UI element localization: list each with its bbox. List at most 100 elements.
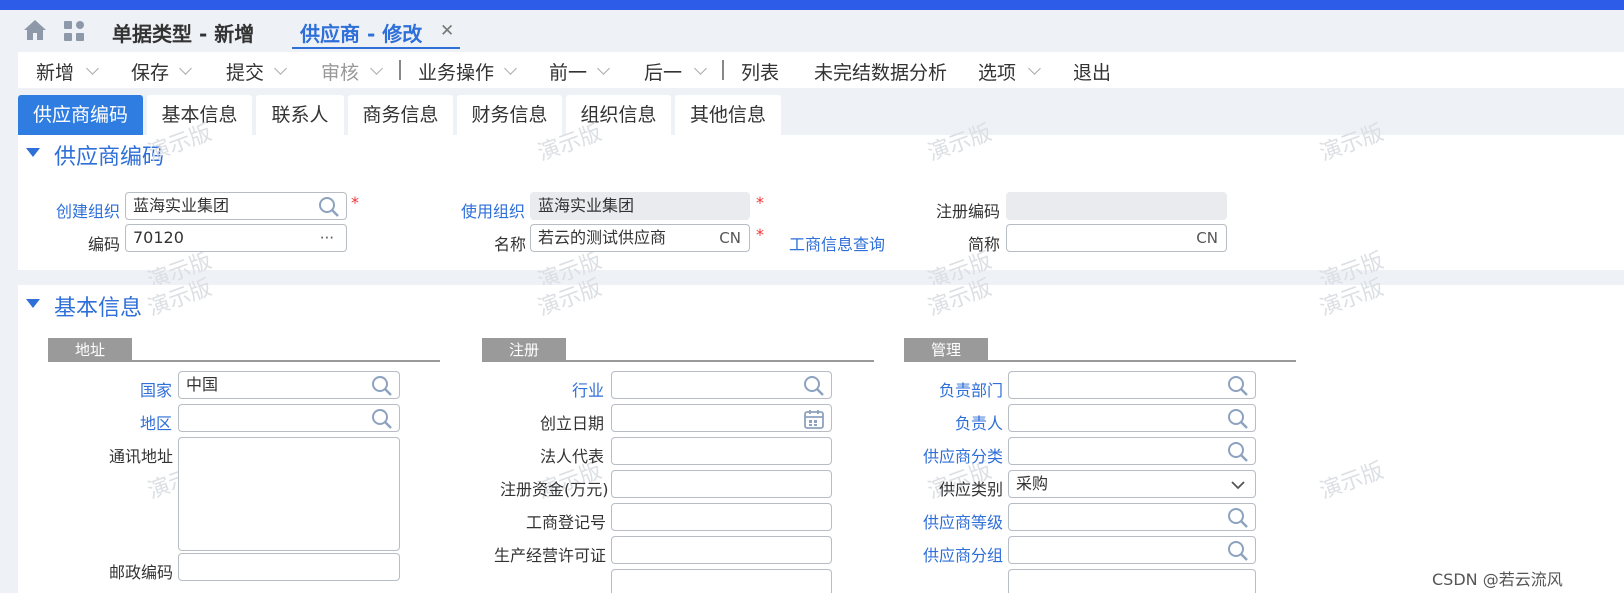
toolbar-next-button[interactable]: 后一 (644, 58, 682, 85)
use-org-field: 蓝海实业集团 (530, 192, 750, 220)
industry-label[interactable]: 行业 (572, 377, 604, 401)
legal-rep-field[interactable] (611, 437, 832, 465)
chevron-down-icon[interactable] (179, 62, 192, 75)
top-accent-bar (0, 0, 1624, 10)
toolbar-submit-button[interactable]: 提交 (226, 58, 264, 85)
toolbar-list-button[interactable]: 列表 (741, 58, 779, 85)
use-org-label[interactable]: 使用组织 (461, 198, 525, 222)
chevron-down-icon[interactable] (86, 62, 99, 75)
toolbar-new-button[interactable]: 新增 (36, 58, 74, 85)
close-icon[interactable]: ✕ (440, 21, 454, 41)
dept-field[interactable] (1008, 371, 1256, 399)
window-tab-doc-type[interactable]: 单据类型 - 新增 (112, 18, 254, 47)
apps-grid-icon[interactable] (62, 19, 86, 43)
legal-rep-label: 法人代表 (540, 447, 605, 466)
toolbar-business-ops-button[interactable]: 业务操作 (418, 58, 494, 85)
use-org-value: 蓝海实业集团 (538, 196, 635, 215)
chevron-down-icon[interactable] (1227, 474, 1249, 496)
tab-other-info[interactable]: 其他信息 (675, 95, 781, 135)
supplier-code-panel: 供应商编码 演示版 演示版 演示版 演示版 演示版 演示版 演示版 演示版 创建… (18, 120, 1624, 294)
search-icon[interactable] (1227, 375, 1249, 397)
prod-license-field[interactable] (611, 536, 832, 564)
chevron-down-icon[interactable] (504, 62, 517, 75)
toolbar-exit-button[interactable]: 退出 (1073, 58, 1111, 85)
extra-field[interactable] (1008, 569, 1256, 593)
extra-field[interactable] (611, 569, 832, 593)
calendar-icon[interactable] (803, 408, 825, 430)
mail-address-textarea[interactable] (178, 437, 400, 551)
toolbar-separator (399, 60, 401, 80)
search-icon[interactable] (371, 375, 393, 397)
industry-field[interactable] (611, 371, 832, 399)
supplier-group-label[interactable]: 供应商分组 (923, 542, 1003, 566)
supplier-type-value: 采购 (1016, 474, 1049, 493)
watermark: 演示版 (1316, 120, 1388, 167)
tab-finance-info[interactable]: 财务信息 (457, 95, 562, 135)
supplier-class-label[interactable]: 供应商分类 (923, 443, 1003, 467)
code-value: 70120 (133, 228, 184, 247)
language-suffix[interactable]: CN (719, 225, 741, 251)
watermark: 演示版 (1316, 458, 1388, 505)
search-icon[interactable] (1227, 408, 1249, 430)
tab-business-info[interactable]: 商务信息 (348, 95, 453, 135)
country-field[interactable]: 中国 (178, 371, 400, 399)
supplier-class-field[interactable] (1008, 437, 1256, 465)
supplier-type-label: 供应类别 (939, 480, 1004, 499)
short-name-field[interactable]: CN (1006, 224, 1227, 252)
csdn-credit: CSDN @若云流风 (1432, 570, 1563, 589)
toolbar-options-button[interactable]: 选项 (978, 58, 1016, 85)
group-header-register: 注册 (482, 338, 566, 362)
postcode-field[interactable] (178, 553, 400, 581)
search-icon[interactable] (1227, 507, 1249, 529)
search-icon[interactable] (1227, 540, 1249, 562)
found-date-field[interactable] (611, 404, 832, 432)
create-org-field[interactable]: 蓝海实业集团 (125, 192, 347, 220)
prod-license-label: 生产经营许可证 (494, 546, 607, 565)
toolbar-analysis-button[interactable]: 未完结数据分析 (814, 58, 947, 85)
reg-code-field (1006, 192, 1227, 220)
search-icon[interactable] (318, 196, 340, 218)
owner-field[interactable] (1008, 404, 1256, 432)
toolbar-prev-button[interactable]: 前一 (549, 58, 587, 85)
search-icon[interactable] (803, 375, 825, 397)
dept-label[interactable]: 负责部门 (939, 377, 1003, 401)
supplier-level-field[interactable] (1008, 503, 1256, 531)
supplier-type-select[interactable]: 采购 (1008, 470, 1256, 498)
region-field[interactable] (178, 404, 400, 432)
create-org-value: 蓝海实业集团 (133, 196, 230, 215)
code-label: 编码 (88, 235, 121, 254)
chevron-down-icon[interactable] (597, 62, 610, 75)
biz-info-query-link[interactable]: 工商信息查询 (789, 231, 885, 255)
chevron-down-icon[interactable] (370, 62, 383, 75)
code-field[interactable]: 70120 ··· (125, 224, 347, 252)
toolbar-audit-button[interactable]: 审核 (321, 58, 359, 85)
name-field[interactable]: 若云的测试供应商 CN (530, 224, 750, 252)
tab-contacts[interactable]: 联系人 (256, 95, 344, 135)
home-icon[interactable] (22, 18, 48, 42)
found-date-label: 创立日期 (540, 414, 605, 433)
biz-reg-no-field[interactable] (611, 503, 832, 531)
toolbar-save-button[interactable]: 保存 (131, 58, 169, 85)
name-value: 若云的测试供应商 (538, 228, 667, 247)
collapse-triangle-icon[interactable] (26, 299, 40, 308)
group-divider (904, 360, 1296, 362)
reg-capital-field[interactable] (611, 470, 832, 498)
more-icon[interactable]: ··· (320, 225, 334, 251)
chevron-down-icon[interactable] (694, 62, 707, 75)
supplier-group-field[interactable] (1008, 536, 1256, 564)
region-label[interactable]: 地区 (140, 410, 172, 434)
chevron-down-icon[interactable] (1028, 62, 1041, 75)
language-suffix[interactable]: CN (1196, 225, 1218, 251)
group-divider (482, 360, 874, 362)
owner-label[interactable]: 负责人 (955, 410, 1003, 434)
biz-reg-no-label: 工商登记号 (526, 513, 607, 532)
search-icon[interactable] (371, 408, 393, 430)
supplier-level-label[interactable]: 供应商等级 (923, 509, 1003, 533)
create-org-label[interactable]: 创建组织 (56, 198, 120, 222)
tab-supplier-code[interactable]: 供应商编码 (18, 95, 143, 135)
chevron-down-icon[interactable] (274, 62, 287, 75)
search-icon[interactable] (1227, 441, 1249, 463)
collapse-triangle-icon[interactable] (26, 148, 40, 157)
window-tab-supplier-edit[interactable]: 供应商 - 修改 (300, 18, 422, 47)
country-label[interactable]: 国家 (140, 377, 172, 401)
